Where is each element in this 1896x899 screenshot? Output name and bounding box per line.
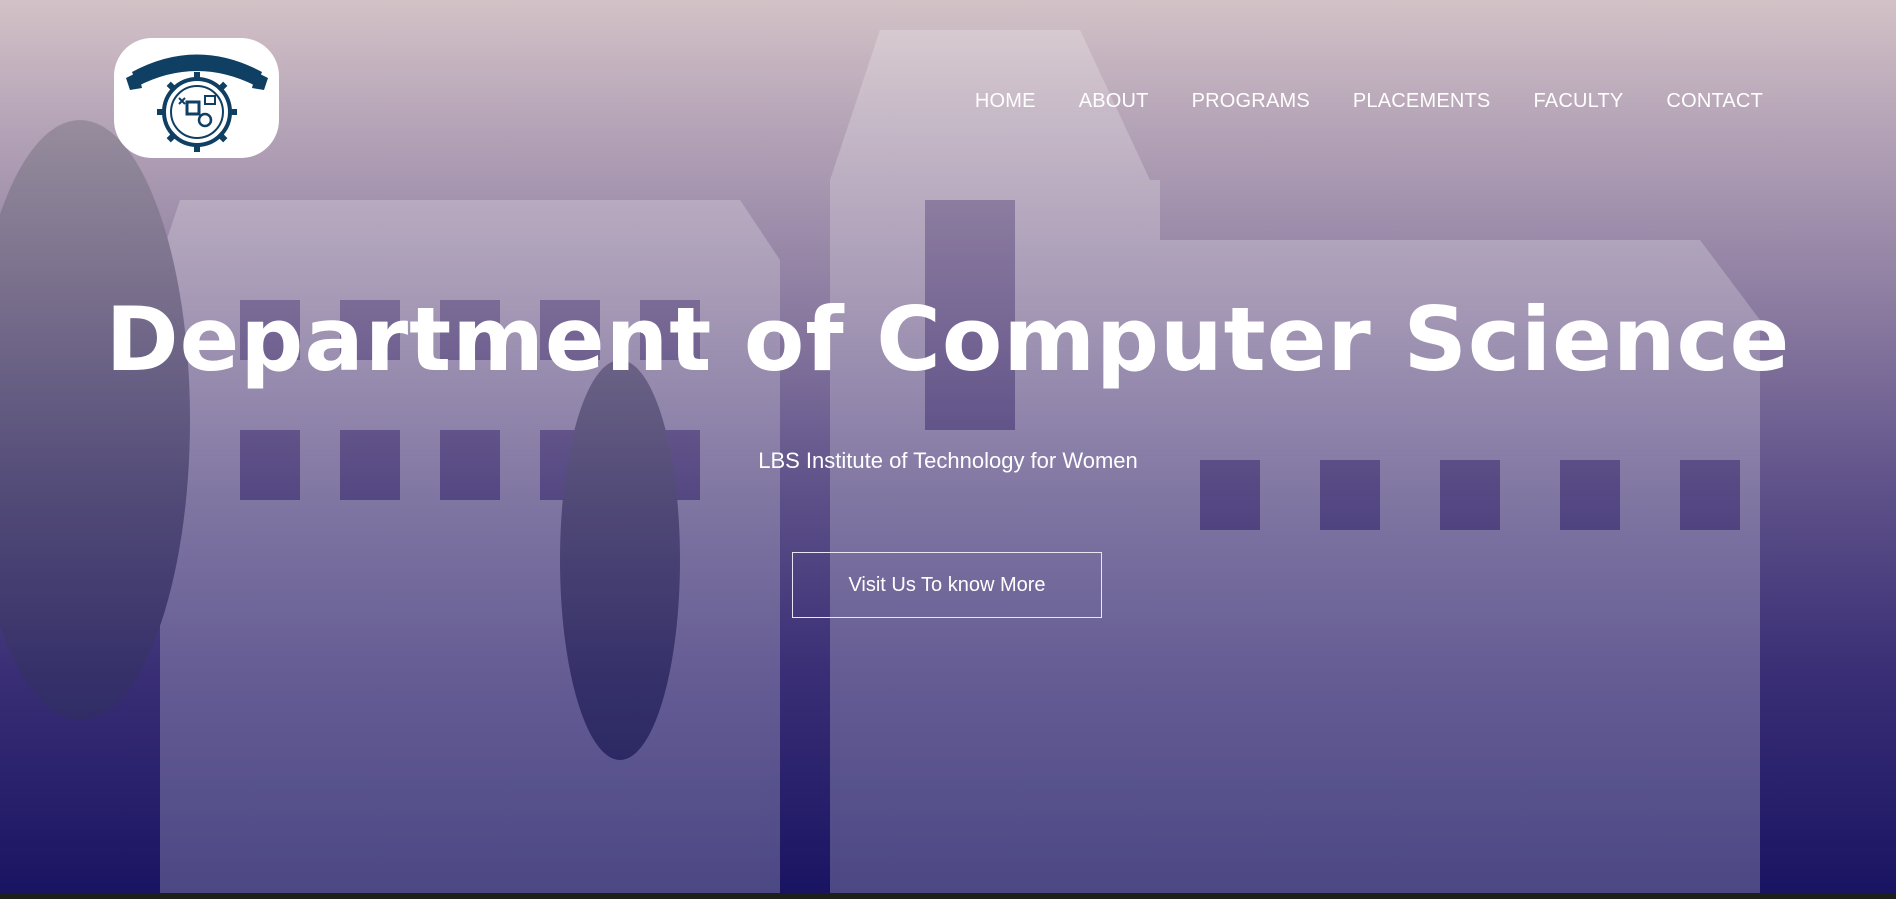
hero-section: HOME ABOUT PROGRAMS PLACEMENTS FACULTY C… <box>0 0 1896 893</box>
nav-placements[interactable]: PLACEMENTS <box>1353 90 1491 113</box>
nav-about[interactable]: ABOUT <box>1079 90 1149 113</box>
page-title: Department of Computer Science <box>105 288 1791 391</box>
college-logo[interactable] <box>114 38 279 158</box>
nav-home[interactable]: HOME <box>975 90 1036 113</box>
college-emblem-icon <box>125 54 268 152</box>
background-building-image <box>0 30 1760 893</box>
page-subtitle: LBS Institute of Technology for Women <box>758 448 1138 473</box>
nav-contact[interactable]: CONTACT <box>1666 90 1763 113</box>
bottom-divider <box>0 893 1896 899</box>
nav-programs[interactable]: PROGRAMS <box>1192 90 1310 113</box>
visit-us-button[interactable]: Visit Us To know More <box>792 552 1102 618</box>
nav-faculty[interactable]: FACULTY <box>1533 90 1623 113</box>
main-navigation: HOME ABOUT PROGRAMS PLACEMENTS FACULTY C… <box>932 90 1763 113</box>
